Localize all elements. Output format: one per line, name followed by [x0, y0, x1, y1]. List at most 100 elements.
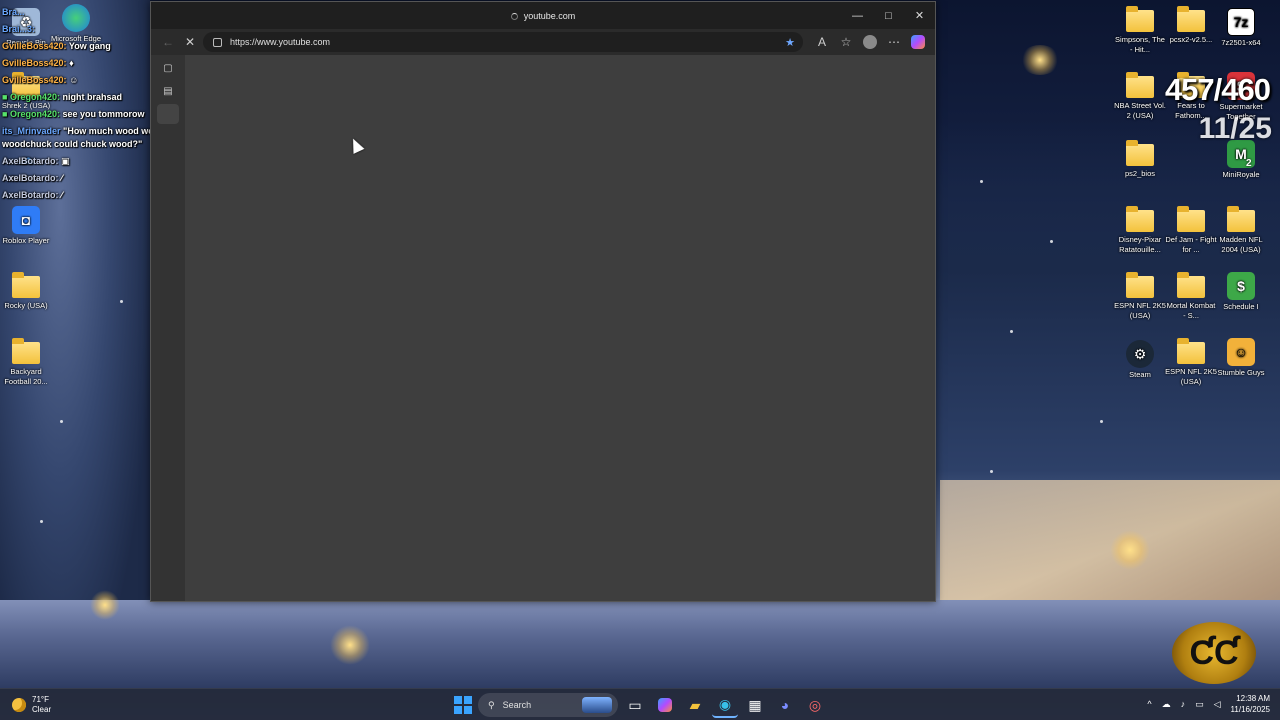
- wallpaper-snow: [0, 600, 1280, 688]
- folder-icon: [1126, 206, 1154, 232]
- desktop-icon-def-jam[interactable]: Def Jam - Fight for ...: [1165, 206, 1217, 255]
- overlay-badge-count: 2: [1246, 158, 1252, 169]
- collections-icon[interactable]: ▤: [157, 81, 179, 101]
- profile-button[interactable]: [859, 31, 881, 53]
- stop-loading-button[interactable]: ✕: [179, 31, 201, 53]
- browser-toolbar: ← ✕ https://www.youtube.com ★ A ☆ ⋯: [151, 29, 935, 55]
- roblox-icon: ◘: [12, 206, 40, 234]
- emote-icon: ♦: [69, 58, 74, 68]
- read-aloud-icon[interactable]: A: [811, 31, 833, 53]
- copilot-icon: [911, 35, 925, 49]
- browser-window[interactable]: youtube.com — □ ✕ ← ✕ https://www.youtub…: [150, 1, 936, 602]
- page-content-loading: [185, 55, 935, 601]
- overlay-counter: 457/460: [1164, 72, 1271, 107]
- copilot-taskbar-icon[interactable]: [652, 692, 678, 718]
- moon-icon: [12, 698, 26, 712]
- tab-placeholder[interactable]: [157, 104, 179, 124]
- stumble-guys-icon: ☺: [1227, 338, 1255, 366]
- loading-spinner-icon: [510, 12, 518, 20]
- task-view-icon[interactable]: ▭: [622, 692, 648, 718]
- system-tray: ^ ☁ ♪ ▭ ◁ 12:38 AM 11/16/2025: [1147, 693, 1270, 715]
- lock-icon: [213, 37, 222, 47]
- desktop-icon-stumble-guys[interactable]: ☺ Stumble Guys: [1215, 338, 1267, 378]
- folder-icon: [1227, 206, 1255, 232]
- close-button[interactable]: ✕: [904, 2, 935, 29]
- taskbar-clock[interactable]: 12:38 AM 11/16/2025: [1231, 693, 1270, 715]
- steam-icon: ⚙: [1126, 340, 1154, 368]
- minimize-button[interactable]: —: [842, 2, 873, 29]
- copilot-button[interactable]: [907, 31, 929, 53]
- weather-widget[interactable]: 71°F Clear: [12, 695, 51, 715]
- favorites-icon[interactable]: ☆: [835, 31, 857, 53]
- desktop-icon-ratatouille[interactable]: Disney-Pixar Ratatouille...: [1114, 206, 1166, 255]
- badge-icon: ■: [2, 92, 8, 102]
- obs-icon[interactable]: ◎: [802, 692, 828, 718]
- tab-title: youtube.com: [151, 11, 935, 21]
- folder-icon: [12, 338, 40, 364]
- discord-icon[interactable]: ◕: [772, 692, 798, 718]
- desktop-icon-pcsx2[interactable]: pcsx2-v2.5...: [1165, 6, 1217, 45]
- taskbar: 71°F Clear ⚲ Search ▭ ▰ ◉ ▦ ◕ ◎ ^ ☁ ♪ ▭ ◁…: [0, 688, 1280, 720]
- overlay-date-counter: 11/25: [1198, 112, 1272, 145]
- avatar: [863, 35, 877, 49]
- streamer-logo-icon: ƇƇ: [1172, 622, 1256, 684]
- desktop-icon-miniroyale[interactable]: M MiniRoyale: [1215, 140, 1267, 180]
- microphone-icon[interactable]: ♪: [1181, 699, 1186, 709]
- search-icon: ⚲: [488, 699, 495, 710]
- network-icon[interactable]: ☁: [1162, 699, 1171, 710]
- emote-icon: ▣: [61, 156, 70, 166]
- desktop-icon-rocky[interactable]: Rocky (USA): [0, 272, 52, 311]
- folder-icon: [1126, 72, 1154, 98]
- emote-icon: ⁄: [61, 173, 63, 183]
- address-bar[interactable]: https://www.youtube.com ★: [203, 32, 803, 52]
- maximize-button[interactable]: □: [873, 2, 904, 29]
- toolbar-actions: A ☆ ⋯: [811, 31, 929, 53]
- store-icon[interactable]: ▦: [742, 692, 768, 718]
- desktop-icon-7zip[interactable]: 7z 7z2501-x64: [1215, 8, 1267, 48]
- wallpaper-lamp: [90, 590, 120, 620]
- search-highlight-image: [582, 697, 612, 713]
- chevron-up-icon[interactable]: ^: [1147, 699, 1151, 709]
- edge-taskbar-icon[interactable]: ◉: [712, 692, 738, 718]
- more-menu-icon[interactable]: ⋯: [883, 31, 905, 53]
- folder-icon: [1177, 206, 1205, 232]
- monitor-icon[interactable]: ▭: [1195, 699, 1204, 710]
- desktop-icon-mortal-kombat[interactable]: Mortal Kombat - S...: [1165, 272, 1217, 321]
- wallpaper-moon-glow: [1020, 45, 1060, 75]
- wallpaper-lamp: [1110, 530, 1150, 570]
- file-explorer-icon[interactable]: ▰: [682, 692, 708, 718]
- back-button[interactable]: ←: [157, 31, 179, 53]
- tab-actions-icon[interactable]: ▢: [157, 58, 179, 78]
- window-controls: — □ ✕: [842, 2, 935, 29]
- wallpaper-lamp: [330, 625, 370, 665]
- desktop-icon-backyard-football[interactable]: Backyard Football 20...: [0, 338, 52, 387]
- desktop-icon-steam[interactable]: ⚙ Steam: [1114, 340, 1166, 380]
- desktop-icon-madden[interactable]: Madden NFL 2004 (USA): [1215, 206, 1267, 255]
- desktop-icon-nba-street[interactable]: NBA Street Vol. 2 (USA): [1114, 72, 1166, 121]
- desktop-icon-espn-nfl[interactable]: ESPN NFL 2K5 (USA): [1114, 272, 1166, 321]
- emote-icon: ⁄: [61, 190, 63, 200]
- 7zip-icon: 7z: [1227, 8, 1255, 36]
- emote-icon: ☺: [69, 75, 79, 85]
- desktop-icon-roblox[interactable]: ◘ Roblox Player: [0, 206, 52, 246]
- badge-icon: ■: [2, 109, 8, 119]
- folder-icon: [1177, 6, 1205, 32]
- start-button[interactable]: [452, 694, 474, 716]
- folder-icon: [1126, 272, 1154, 298]
- folder-icon: [1126, 140, 1154, 166]
- folder-icon: [1177, 272, 1205, 298]
- volume-icon[interactable]: ◁: [1214, 699, 1221, 710]
- taskbar-search[interactable]: ⚲ Search: [478, 693, 618, 717]
- browser-titlebar[interactable]: youtube.com — □ ✕: [151, 2, 935, 29]
- desktop-icon-schedule-i[interactable]: $ Schedule I: [1215, 272, 1267, 312]
- url-text: https://www.youtube.com: [230, 37, 331, 47]
- browser-sidebar: ▢ ▤: [151, 55, 185, 601]
- desktop-icon-simpsons[interactable]: Simpsons, The - Hit...: [1114, 6, 1166, 55]
- folder-icon: [1177, 338, 1205, 364]
- folder-icon: [1126, 6, 1154, 32]
- desktop-icon-ps2-bios[interactable]: ps2_bios: [1114, 140, 1166, 179]
- favorite-star-icon[interactable]: ★: [785, 36, 795, 49]
- folder-icon: [12, 272, 40, 298]
- schedule-i-icon: $: [1227, 272, 1255, 300]
- desktop-icon-espn-nfl-2[interactable]: ESPN NFL 2K5 (USA): [1165, 338, 1217, 387]
